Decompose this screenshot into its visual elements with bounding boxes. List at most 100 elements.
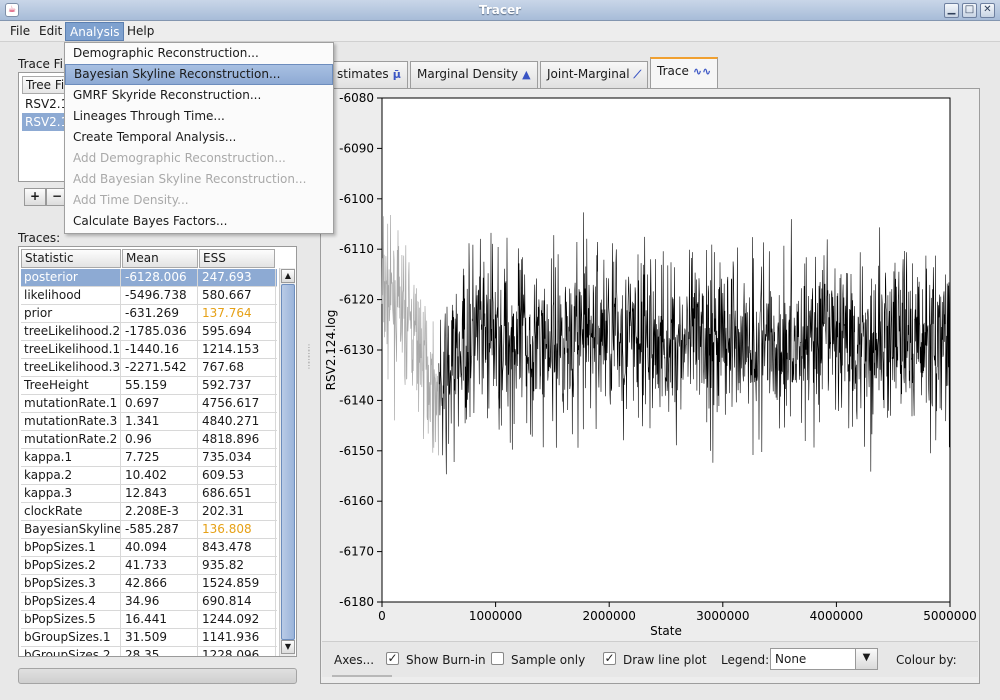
cell-statistic: treeLikelihood.3 <box>21 359 121 377</box>
table-row[interactable]: kappa.1 7.725 735.034 <box>21 449 277 467</box>
menu-item-create-temporal-analysis[interactable]: Create Temporal Analysis... <box>65 127 333 148</box>
scrollbar-thumb[interactable] <box>281 284 295 640</box>
cell-statistic: kappa.2 <box>21 467 121 485</box>
y-axis-label: RSV2.124.log <box>324 310 338 391</box>
menu-item-bayesian-skyline-reconstruction[interactable]: Bayesian Skyline Reconstruction... <box>65 64 333 85</box>
menu-item-lineages-through-time[interactable]: Lineages Through Time... <box>65 106 333 127</box>
cell-statistic: bPopSizes.1 <box>21 539 121 557</box>
x-tick-label: 1000000 <box>469 609 522 623</box>
sample-only-label: Sample only <box>511 653 586 667</box>
tab-label: stimates <box>337 67 389 81</box>
cell-statistic: kappa.1 <box>21 449 121 467</box>
left-panel-horizontal-scrollbar[interactable] <box>18 668 297 684</box>
minimize-button[interactable]: ▁ <box>944 3 959 18</box>
table-row[interactable]: bGroupSizes.1 31.509 1141.936 <box>21 629 277 647</box>
table-row[interactable]: clockRate 2.208E-3 202.31 <box>21 503 277 521</box>
table-row[interactable]: posterior -6128.006 247.693 <box>21 269 277 287</box>
cell-mean: 16.441 <box>122 611 198 629</box>
axes-button[interactable]: Axes... <box>334 653 374 667</box>
table-row[interactable]: treeLikelihood.1 -1440.16 1214.153 <box>21 341 277 359</box>
table-row[interactable]: bPopSizes.2 41.733 935.82 <box>21 557 277 575</box>
column-header-ess[interactable]: ESS <box>199 249 275 268</box>
cell-mean: -1785.036 <box>122 323 198 341</box>
menu-file[interactable]: File <box>6 22 34 41</box>
cell-ess: 843.478 <box>199 539 276 557</box>
cell-ess: 137.764 <box>199 305 276 323</box>
draw-line-plot-label: Draw line plot <box>623 653 707 667</box>
show-burnin-label: Show Burn-in <box>406 653 486 667</box>
table-row[interactable]: BayesianSkyline -585.287 136.808 <box>21 521 277 539</box>
sample-only-checkbox[interactable] <box>491 652 504 665</box>
y-tick-label: -6140 <box>339 393 374 407</box>
table-row[interactable]: bGroupSizes.2 28.35 1228.096 <box>21 647 277 656</box>
column-header-mean[interactable]: Mean <box>122 249 198 268</box>
add-trace-file-button[interactable]: + <box>24 188 46 206</box>
column-header-statistic[interactable]: Statistic <box>21 249 121 268</box>
traces-table: Statistic Mean ESS posterior -6128.006 247… <box>18 246 297 657</box>
table-row[interactable]: treeLikelihood.3 -2271.542 767.68 <box>21 359 277 377</box>
tab-trace[interactable]: Trace ∿∿ <box>650 57 719 89</box>
table-row[interactable]: treeLikelihood.2 -1785.036 595.694 <box>21 323 277 341</box>
cell-ess: 202.31 <box>199 503 276 521</box>
y-tick-label: -6170 <box>339 545 374 559</box>
cell-statistic: posterior <box>21 269 121 287</box>
tab-marginal-density[interactable]: Marginal Density ▲ <box>410 61 538 88</box>
cell-ess: 136.808 <box>199 521 276 539</box>
title-bar: ☕ Tracer ▁ □ ✕ <box>0 0 1000 21</box>
cell-ess: 686.651 <box>199 485 276 503</box>
chevron-down-icon[interactable]: ▼ <box>855 649 877 669</box>
table-row[interactable]: likelihood -5496.738 580.667 <box>21 287 277 305</box>
menu-edit[interactable]: Edit <box>35 22 66 41</box>
table-row[interactable]: prior -631.269 137.764 <box>21 305 277 323</box>
cell-statistic: bPopSizes.3 <box>21 575 121 593</box>
legend-selected-value: None <box>775 652 807 666</box>
cell-ess: 1214.153 <box>199 341 276 359</box>
menu-item-add-demographic-reconstruction: Add Demographic Reconstruction... <box>73 151 286 165</box>
show-burnin-checkbox[interactable]: ✓ <box>386 652 399 665</box>
close-button[interactable]: ✕ <box>980 3 995 18</box>
y-tick-label: -6100 <box>339 192 374 206</box>
tab-estimates[interactable]: stimates μ̄ <box>330 61 408 88</box>
cell-ess: 592.737 <box>199 377 276 395</box>
cell-ess: 767.68 <box>199 359 276 377</box>
plot-options-bar: Axes... ✓ Show Burn-in Sample only ✓ Dra… <box>322 641 978 677</box>
tab-label: Joint-Marginal <box>547 67 630 81</box>
table-row[interactable]: TreeHeight 55.159 592.737 <box>21 377 277 395</box>
cell-statistic: BayesianSkyline <box>21 521 121 539</box>
tab-joint-marginal[interactable]: Joint-Marginal ⟋ <box>540 61 649 88</box>
cell-mean: 12.843 <box>122 485 198 503</box>
y-tick-label: -6110 <box>339 242 374 256</box>
split-pane-divider[interactable]: ⋮ ⋮ ⋮ ⋮ <box>305 344 313 385</box>
table-row[interactable]: bPopSizes.3 42.866 1524.859 <box>21 575 277 593</box>
traces-vertical-scrollbar[interactable]: ▲ ▼ <box>279 268 295 656</box>
x-tick-label: 3000000 <box>696 609 749 623</box>
table-row[interactable]: bPopSizes.4 34.96 690.814 <box>21 593 277 611</box>
cell-ess: 4840.271 <box>199 413 276 431</box>
legend-dropdown[interactable]: None ▼ <box>770 648 878 670</box>
table-row[interactable]: bPopSizes.1 40.094 843.478 <box>21 539 277 557</box>
menu-item-demographic-reconstruction[interactable]: Demographic Reconstruction... <box>65 43 333 64</box>
scroll-down-arrow-icon[interactable]: ▼ <box>281 640 295 654</box>
scroll-up-arrow-icon[interactable]: ▲ <box>281 269 295 283</box>
menu-analysis[interactable]: Analysis <box>65 22 125 41</box>
table-row[interactable]: kappa.2 10.402 609.53 <box>21 467 277 485</box>
table-row[interactable]: mutationRate.3 1.341 4840.271 <box>21 413 277 431</box>
cell-statistic: bPopSizes.5 <box>21 611 121 629</box>
cell-ess: 4756.617 <box>199 395 276 413</box>
y-tick-label: -6150 <box>339 444 374 458</box>
cell-mean: 55.159 <box>122 377 198 395</box>
menu-item-gmrf-skyride-reconstruction[interactable]: GMRF Skyride Reconstruction... <box>65 85 333 106</box>
y-tick-label: -6130 <box>339 343 374 357</box>
draw-line-plot-checkbox[interactable]: ✓ <box>603 652 616 665</box>
density-icon: ▲ <box>522 68 531 81</box>
menu-item-calculate-bayes-factors[interactable]: Calculate Bayes Factors... <box>65 211 333 232</box>
cell-mean: -6128.006 <box>122 269 198 287</box>
maximize-button[interactable]: □ <box>962 3 977 18</box>
menu-help[interactable]: Help <box>123 22 158 41</box>
cell-statistic: treeLikelihood.2 <box>21 323 121 341</box>
table-row[interactable]: mutationRate.2 0.96 4818.896 <box>21 431 277 449</box>
table-row[interactable]: kappa.3 12.843 686.651 <box>21 485 277 503</box>
table-row[interactable]: mutationRate.1 0.697 4756.617 <box>21 395 277 413</box>
table-row[interactable]: bPopSizes.5 16.441 1244.092 <box>21 611 277 629</box>
cell-statistic: likelihood <box>21 287 121 305</box>
